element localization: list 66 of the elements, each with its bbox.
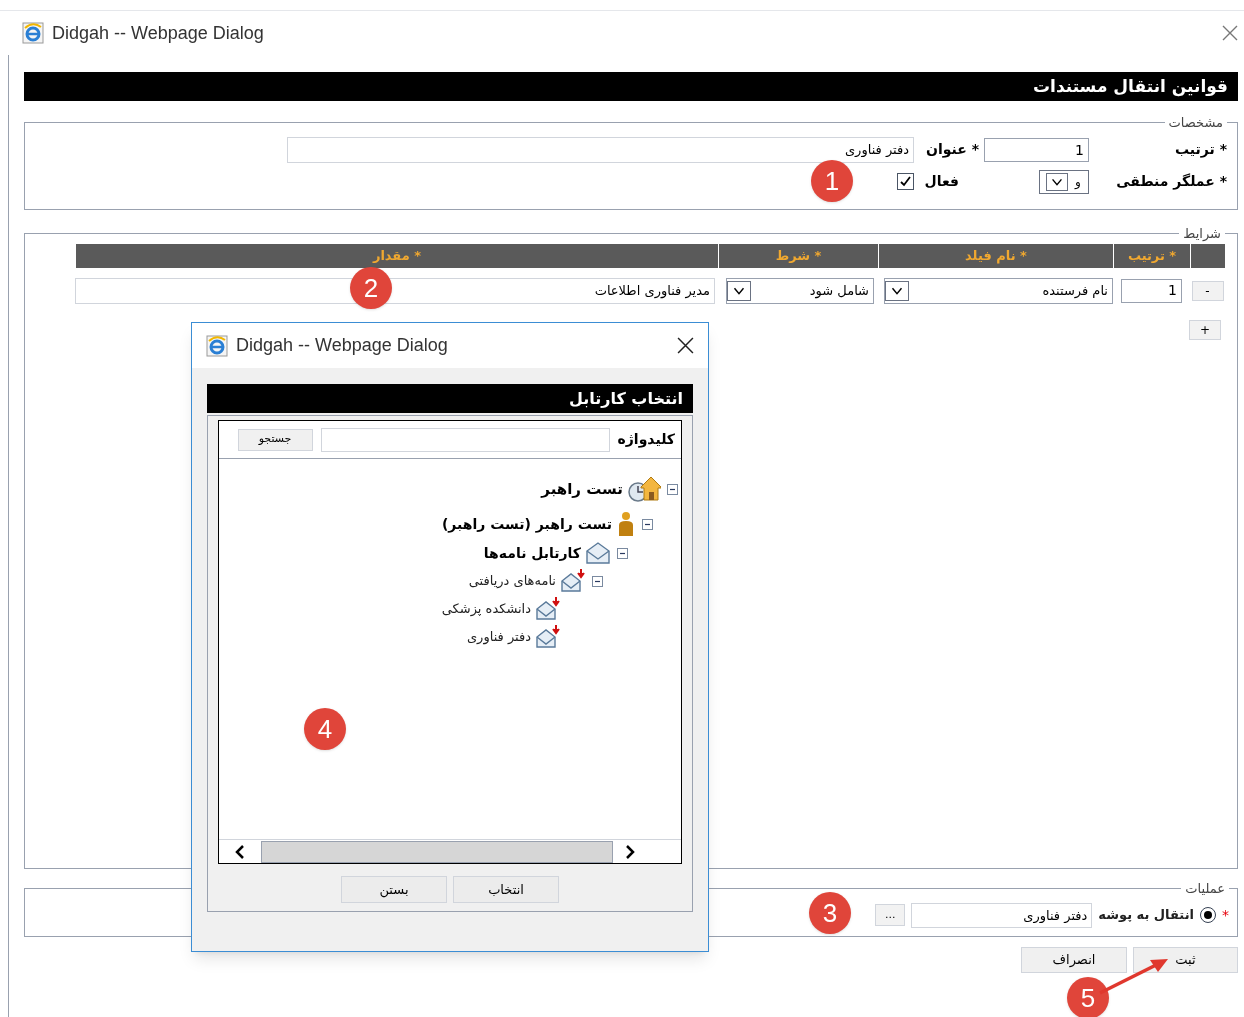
chevron-down-icon — [727, 280, 751, 301]
section-legend: عملیات — [1181, 879, 1229, 899]
section-legend: شرایط — [1179, 224, 1225, 244]
title-input[interactable]: دفتر فناوری — [287, 136, 914, 163]
field-label: فعال — [923, 172, 960, 191]
field-label: * عنوان — [925, 140, 980, 160]
dialog-button[interactable]: بستن — [341, 876, 447, 903]
dialog-button[interactable]: انتخاب — [453, 876, 559, 903]
add-row-button[interactable]: + — [1189, 319, 1221, 340]
radio-button[interactable] — [1200, 907, 1216, 923]
scrollbar[interactable] — [219, 839, 681, 863]
chevron-left-icon[interactable] — [235, 844, 245, 859]
page-header: قوانین انتقال مستندات — [24, 72, 1238, 101]
close-icon[interactable] — [677, 337, 694, 354]
required-mark: * — [1222, 905, 1229, 925]
window-title: Didgah -- Webpage Dialog — [236, 334, 448, 357]
keyword-input[interactable] — [320, 427, 610, 452]
action-button[interactable]: ثبت — [1133, 947, 1238, 973]
browser-icon — [206, 334, 228, 357]
browser-icon — [22, 22, 44, 44]
operator-dropdown[interactable]: و — [1039, 169, 1089, 194]
envelope-arrow-icon — [560, 569, 586, 593]
browse-button[interactable]: ... — [875, 904, 906, 926]
tree-item[interactable]: کارتابل نامه‌ها — [483, 542, 581, 564]
person-icon — [616, 511, 636, 537]
folder-input[interactable]: دفتر فناوری — [911, 902, 1093, 928]
chevron-down-icon — [1046, 172, 1068, 191]
dialog-header: انتخاب کارتابل — [207, 384, 693, 413]
pointer-arrow — [1098, 956, 1170, 996]
checkbox[interactable] — [897, 173, 914, 190]
tree-item[interactable]: دانشکده پزشکی — [441, 599, 531, 619]
order-input[interactable]: 1 — [1121, 278, 1182, 303]
chevron-right-icon[interactable] — [625, 844, 635, 859]
chevron-down-icon — [885, 280, 909, 301]
order-input[interactable]: 1 — [984, 137, 1089, 162]
tree-item[interactable]: دفتر فناوری — [466, 627, 531, 647]
step-marker: 3 — [809, 892, 851, 934]
envelope-arrow-icon — [535, 625, 561, 649]
tree-item[interactable]: تست راهبر (تست راهبر) — [441, 513, 612, 535]
collapse-icon[interactable] — [641, 518, 653, 530]
condition-dropdown[interactable]: شامل شود — [726, 277, 874, 304]
field-label: * عملگر منطقی — [1115, 172, 1227, 192]
tree-item[interactable]: نامه‌های دریافتی — [468, 571, 556, 591]
search-button[interactable]: جستجو — [237, 428, 313, 451]
column-header: * ترتیب — [1113, 243, 1190, 268]
collapse-icon[interactable] — [616, 547, 628, 559]
collapse-icon[interactable] — [591, 575, 603, 587]
window-title: Didgah -- Webpage Dialog — [52, 21, 264, 45]
tree-item[interactable]: تست راهبر — [541, 477, 623, 501]
action-button[interactable]: انصراف — [1021, 947, 1127, 973]
field-dropdown[interactable]: نام فرستنده — [884, 277, 1113, 304]
collapse-icon[interactable] — [666, 483, 678, 495]
remove-row-button[interactable]: - — [1191, 280, 1224, 301]
step-marker: 5 — [1067, 977, 1109, 1017]
field-label: کلیدواژه — [617, 430, 675, 450]
step-marker: 2 — [350, 267, 392, 309]
column-header: * شرط — [718, 243, 878, 268]
envelope-arrow-icon — [535, 597, 561, 621]
option-label: انتقال به پوشه — [1098, 906, 1194, 925]
section-legend: مشخصات — [1164, 113, 1227, 133]
envelope-icon — [585, 541, 611, 565]
column-header: * مقدار — [75, 243, 718, 268]
field-label: * ترتیب — [1174, 140, 1227, 160]
step-marker: 1 — [811, 160, 853, 202]
column-header: * نام فیلد — [878, 243, 1113, 268]
column-header — [1190, 243, 1225, 268]
